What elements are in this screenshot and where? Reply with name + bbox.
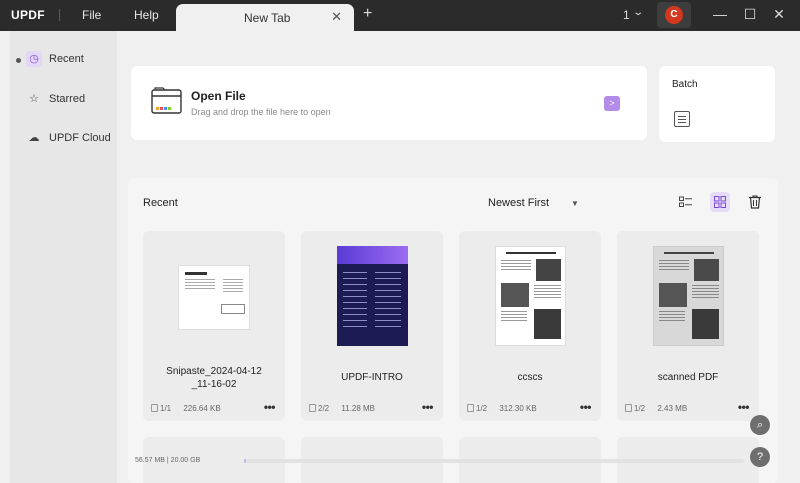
more-options-icon[interactable]: ••• xyxy=(580,400,592,414)
list-view-button[interactable] xyxy=(676,192,696,212)
recent-panel: Recent Newest First ▼ Snipaste_2024-04-1… xyxy=(128,178,778,483)
sidebar: ◷ Recent ☆ Starred ☁ UPDF Cloud xyxy=(10,31,117,483)
file-card-updf-intro[interactable]: UPDF-INTRO 2/2 11.28 MB ••• xyxy=(301,231,443,421)
file-thumbnail xyxy=(178,265,250,330)
batch-icon[interactable] xyxy=(674,111,690,127)
sidebar-item-recent[interactable]: ◷ Recent xyxy=(26,47,116,71)
file-name: UPDF-INTRO xyxy=(341,372,403,383)
title-bar: UPDF File Help New Tab ✕ + 1 ⌄ C — ☐ ✕ xyxy=(0,0,800,31)
file-meta: 1/2 2.43 MB xyxy=(625,404,687,413)
minimize-icon[interactable]: — xyxy=(711,5,729,23)
page-icon xyxy=(309,404,316,412)
file-meta: 1/2 312.30 KB xyxy=(467,404,537,413)
file-size: 312.30 KB xyxy=(499,404,537,413)
list-view-icon xyxy=(679,196,692,207)
file-thumbnail xyxy=(653,246,724,346)
star-icon: ☆ xyxy=(29,93,39,105)
close-window-icon[interactable]: ✕ xyxy=(770,5,788,23)
more-options-icon[interactable]: ••• xyxy=(422,400,434,414)
page-count: 1/1 xyxy=(160,404,172,413)
caret-down-icon[interactable]: ▼ xyxy=(571,199,579,208)
delete-button[interactable] xyxy=(745,192,765,212)
storage-fill xyxy=(244,459,246,463)
tab-new-tab[interactable]: New Tab ✕ xyxy=(176,4,354,31)
menu-file[interactable]: File xyxy=(82,8,101,22)
app-body: ◷ Recent ☆ Starred ☁ UPDF Cloud Open Fil… xyxy=(0,31,800,483)
folder-icon xyxy=(151,87,182,114)
file-size: 11.28 MB xyxy=(341,404,376,413)
sidebar-indicator xyxy=(16,58,21,63)
app-logo[interactable]: UPDF xyxy=(11,8,45,22)
add-tab-icon[interactable]: + xyxy=(363,5,372,23)
storage-usage: 56.57 MB | 20.00 GB xyxy=(135,457,201,464)
sidebar-item-label: UPDF Cloud xyxy=(49,132,111,144)
open-file-card[interactable]: Open File Drag and drop the file here to… xyxy=(131,66,647,140)
search-icon[interactable]: ⌕ xyxy=(750,415,770,435)
open-file-title: Open File xyxy=(191,89,246,103)
batch-title: Batch xyxy=(672,79,698,90)
page-icon xyxy=(151,404,158,412)
file-card-ccscs[interactable]: ccscs 1/2 312.30 KB ••• xyxy=(459,231,601,421)
page-count: 1/2 xyxy=(634,404,646,413)
open-file-subtitle: Drag and drop the file here to open xyxy=(191,107,331,117)
file-meta: 2/2 11.28 MB xyxy=(309,404,375,413)
help-icon[interactable]: ? xyxy=(750,447,770,467)
file-thumbnail xyxy=(495,246,566,346)
grid-view-button[interactable] xyxy=(710,192,730,212)
file-name: scanned PDF xyxy=(657,372,719,383)
title-separator xyxy=(59,9,60,21)
file-meta: 1/1 226.64 KB xyxy=(151,404,221,413)
close-tab-icon[interactable]: ✕ xyxy=(331,9,342,25)
cloud-icon: ☁ xyxy=(28,132,40,144)
main-area: Open File Drag and drop the file here to… xyxy=(117,31,800,483)
clock-icon: ◷ xyxy=(26,51,42,67)
menu-help[interactable]: Help xyxy=(134,8,159,22)
file-thumbnail xyxy=(337,246,408,346)
page-icon xyxy=(467,404,474,412)
more-options-icon[interactable]: ••• xyxy=(264,400,276,414)
page-count: 1/2 xyxy=(476,404,488,413)
maximize-icon[interactable]: ☐ xyxy=(741,5,759,23)
storage-bar xyxy=(244,459,744,463)
trash-icon xyxy=(749,195,761,209)
sidebar-item-label: Starred xyxy=(49,93,86,105)
account-button[interactable]: C xyxy=(657,2,691,28)
file-size: 226.64 KB xyxy=(183,404,221,413)
page-icon xyxy=(625,404,632,412)
file-name: Snipaste_2024-04-12 _11-16-02 xyxy=(166,366,262,390)
file-size: 2.43 MB xyxy=(657,404,688,413)
sidebar-item-label: Recent xyxy=(49,53,84,65)
file-card-snipaste[interactable]: Snipaste_2024-04-12 _11-16-02 1/1 226.64… xyxy=(143,231,285,421)
more-options-icon[interactable]: ••• xyxy=(738,400,750,414)
chevron-right-icon[interactable]: > xyxy=(604,96,620,111)
avatar: C xyxy=(665,6,683,24)
batch-card[interactable]: Batch xyxy=(659,66,775,142)
page-count: 2/2 xyxy=(318,404,330,413)
recent-title: Recent xyxy=(143,197,178,209)
file-name: ccscs xyxy=(517,372,543,383)
chevron-down-icon[interactable]: ⌄ xyxy=(632,7,644,18)
file-card-scanned-pdf[interactable]: scanned PDF 1/2 2.43 MB ••• xyxy=(617,231,759,421)
sidebar-item-updf-cloud[interactable]: ☁ UPDF Cloud xyxy=(26,126,116,150)
grid-view-icon xyxy=(714,196,726,208)
sort-dropdown[interactable]: Newest First xyxy=(488,197,549,209)
window-count[interactable]: 1 xyxy=(623,8,630,22)
sidebar-item-starred[interactable]: ☆ Starred xyxy=(26,87,116,111)
tab-title: New Tab xyxy=(244,11,291,25)
